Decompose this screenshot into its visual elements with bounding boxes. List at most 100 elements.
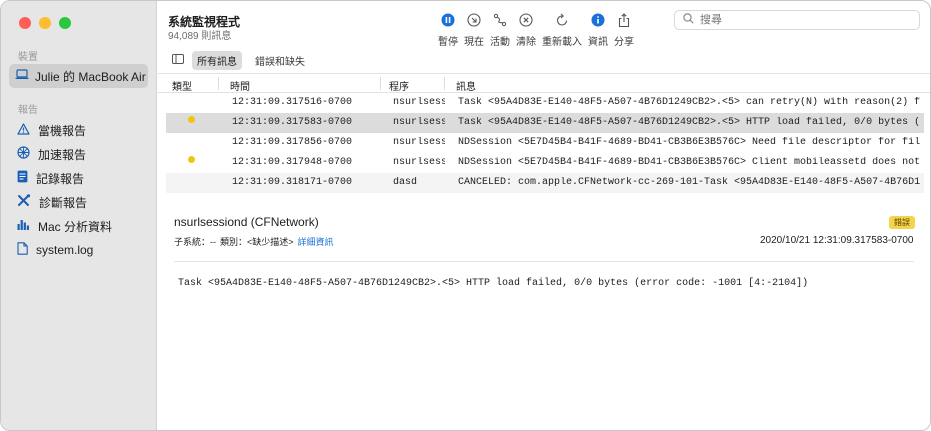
column-header-process[interactable]: 程序 bbox=[389, 78, 409, 93]
detail-message-body: Task <95A4D83E-E140-48F5-A507-4B76D1249C… bbox=[178, 278, 809, 289]
divider bbox=[174, 261, 914, 262]
row-time: 12:31:09.318171-0700 bbox=[232, 177, 353, 188]
devices-section-label: 裝置 bbox=[18, 52, 38, 63]
row-process: nsurlsessiond bbox=[393, 157, 445, 168]
activity-button[interactable]: 活動 bbox=[490, 11, 510, 48]
column-header-type[interactable]: 類型 bbox=[172, 78, 192, 93]
sidebar-item-label: 記錄報告 bbox=[36, 171, 85, 186]
minimize-window-button[interactable] bbox=[39, 17, 51, 29]
sidebar-item-mac-analytics[interactable]: Mac 分析資料 bbox=[9, 214, 149, 238]
now-button[interactable]: 現在 bbox=[464, 11, 484, 48]
sidebar-item-label: Mac 分析資料 bbox=[38, 219, 113, 234]
now-icon bbox=[467, 11, 481, 29]
row-time: 12:31:09.317856-0700 bbox=[232, 137, 353, 148]
error-dot-icon bbox=[188, 116, 195, 123]
detail-category: 類別：<缺少描述> bbox=[220, 237, 294, 247]
sidebar-item-spin-reports[interactable]: 加速報告 bbox=[9, 142, 149, 166]
sidebar-item-crash-reports[interactable]: 當機報告 bbox=[9, 118, 149, 142]
toolbar-label: 清除 bbox=[516, 37, 536, 48]
table-row[interactable]: 12:31:09.317516-0700 nsurlsessiond Task … bbox=[166, 93, 924, 113]
clear-icon bbox=[519, 11, 533, 29]
row-time: 12:31:09.317948-0700 bbox=[232, 157, 353, 168]
toolbar-label: 資訊 bbox=[588, 37, 608, 48]
table-header: 類型 時間 程序 訊息 bbox=[158, 73, 930, 93]
zoom-window-button[interactable] bbox=[59, 17, 71, 29]
search-field[interactable] bbox=[674, 10, 920, 30]
pause-button[interactable]: 暫停 bbox=[438, 11, 458, 48]
titlebar: 系統監視程式 94,089 則訊息 暫停 現在 活動 清除 重新載入 資訊 分享… bbox=[158, 1, 930, 48]
detail-subsystem: 子系統：-- bbox=[174, 237, 216, 247]
more-info-link[interactable]: 詳細資訊 bbox=[298, 235, 334, 248]
row-message: Task <95A4D83E-E140-48F5-A507-4B76D1249C… bbox=[458, 97, 920, 108]
main-pane: 系統監視程式 94,089 則訊息 暫停 現在 活動 清除 重新載入 資訊 分享… bbox=[158, 1, 930, 430]
file-icon bbox=[17, 242, 28, 258]
reports-section-label: 報告 bbox=[18, 105, 38, 116]
sidebar-item-label: Julie 的 MacBook Air bbox=[35, 69, 146, 84]
info-button[interactable]: 資訊 bbox=[588, 11, 608, 48]
detail-pane: nsurlsessiond (CFNetwork) 錯誤 子系統：-- 類別：<… bbox=[158, 201, 930, 430]
column-divider[interactable] bbox=[218, 77, 219, 90]
search-input[interactable] bbox=[700, 14, 900, 26]
row-process: dasd bbox=[393, 177, 418, 188]
toolbar-label: 活動 bbox=[490, 37, 510, 48]
sidebar-item-diagnostic-reports[interactable]: 診斷報告 bbox=[9, 190, 149, 214]
pause-icon bbox=[441, 11, 455, 29]
filter-bar: 所有訊息 錯誤和缺失 bbox=[158, 49, 930, 71]
tab-all-messages[interactable]: 所有訊息 bbox=[192, 50, 242, 70]
share-button[interactable]: 分享 bbox=[614, 11, 634, 48]
warning-icon bbox=[17, 122, 30, 138]
sidebar-item-log-reports[interactable]: 記錄報告 bbox=[9, 166, 149, 190]
toolbar-label: 重新載入 bbox=[542, 37, 582, 48]
column-divider[interactable] bbox=[380, 77, 381, 90]
tools-icon bbox=[17, 194, 31, 210]
laptop-icon bbox=[15, 69, 29, 83]
sidebar-item-label: 診斷報告 bbox=[39, 195, 88, 210]
column-header-time[interactable]: 時間 bbox=[230, 78, 250, 93]
sidebar-item-system-log[interactable]: system.log bbox=[9, 238, 149, 262]
sidebar-item-label: system.log bbox=[36, 243, 94, 257]
message-table: 12:31:09.317516-0700 nsurlsessiond Task … bbox=[166, 93, 924, 193]
sidebar-item-label: 當機報告 bbox=[38, 123, 87, 138]
sidebar-toggle-icon[interactable] bbox=[172, 53, 184, 67]
column-divider[interactable] bbox=[444, 77, 445, 90]
table-row[interactable]: 12:31:09.317856-0700 nsurlsessiond NDSes… bbox=[166, 133, 924, 153]
row-message: NDSession <5E7D45B4-B41F-4689-BD41-CB3B6… bbox=[458, 157, 920, 168]
spin-icon bbox=[17, 146, 30, 162]
row-time: 12:31:09.317516-0700 bbox=[232, 97, 353, 108]
detail-title: nsurlsessiond (CFNetwork) bbox=[174, 215, 319, 229]
close-window-button[interactable] bbox=[19, 17, 31, 29]
row-process: nsurlsessiond bbox=[393, 97, 445, 108]
row-message: CANCELED: com.apple.CFNetwork-cc-269-101… bbox=[458, 177, 920, 188]
column-header-message[interactable]: 訊息 bbox=[456, 78, 476, 93]
document-icon bbox=[17, 170, 28, 186]
toolbar-label: 暫停 bbox=[438, 37, 458, 48]
table-row-selected[interactable]: 12:31:09.317583-0700 nsurlsessiond Task … bbox=[166, 113, 924, 133]
table-row[interactable]: 12:31:09.317948-0700 nsurlsessiond NDSes… bbox=[166, 153, 924, 173]
tab-errors-and-faults[interactable]: 錯誤和缺失 bbox=[250, 51, 310, 70]
error-badge: 錯誤 bbox=[889, 216, 915, 229]
message-count: 94,089 則訊息 bbox=[168, 31, 232, 42]
toolbar-label: 現在 bbox=[464, 37, 484, 48]
search-icon bbox=[683, 13, 694, 27]
toolbar: 暫停 現在 活動 清除 重新載入 資訊 分享 bbox=[438, 11, 640, 48]
row-process: nsurlsessiond bbox=[393, 117, 445, 128]
row-time: 12:31:09.317583-0700 bbox=[232, 117, 353, 128]
reports-list: 當機報告 加速報告 記錄報告 診斷報告 Mac 分析資料 system.log bbox=[9, 118, 149, 262]
table-row[interactable]: 12:31:09.318171-0700 dasd CANCELED: com.… bbox=[166, 173, 924, 193]
reload-button[interactable]: 重新載入 bbox=[542, 11, 582, 48]
console-window: 裝置 Julie 的 MacBook Air 報告 當機報告 加速報告 記錄報告 bbox=[0, 0, 931, 431]
toolbar-label: 分享 bbox=[614, 37, 634, 48]
activity-icon bbox=[493, 11, 507, 29]
row-process: nsurlsessiond bbox=[393, 137, 445, 148]
detail-meta: 子系統：-- 類別：<缺少描述> 詳細資訊 bbox=[174, 235, 334, 248]
row-message: Task <95A4D83E-E140-48F5-A507-4B76D1249C… bbox=[458, 117, 920, 128]
chart-icon bbox=[17, 219, 30, 233]
error-dot-icon bbox=[188, 156, 195, 163]
sidebar-item-label: 加速報告 bbox=[38, 147, 87, 162]
info-icon bbox=[591, 11, 605, 29]
clear-button[interactable]: 清除 bbox=[516, 11, 536, 48]
window-controls bbox=[19, 17, 71, 29]
share-icon bbox=[618, 11, 630, 29]
detail-timestamp: 2020/10/21 12:31:09.317583-0700 bbox=[760, 235, 914, 246]
sidebar-item-device[interactable]: Julie 的 MacBook Air bbox=[9, 64, 148, 88]
